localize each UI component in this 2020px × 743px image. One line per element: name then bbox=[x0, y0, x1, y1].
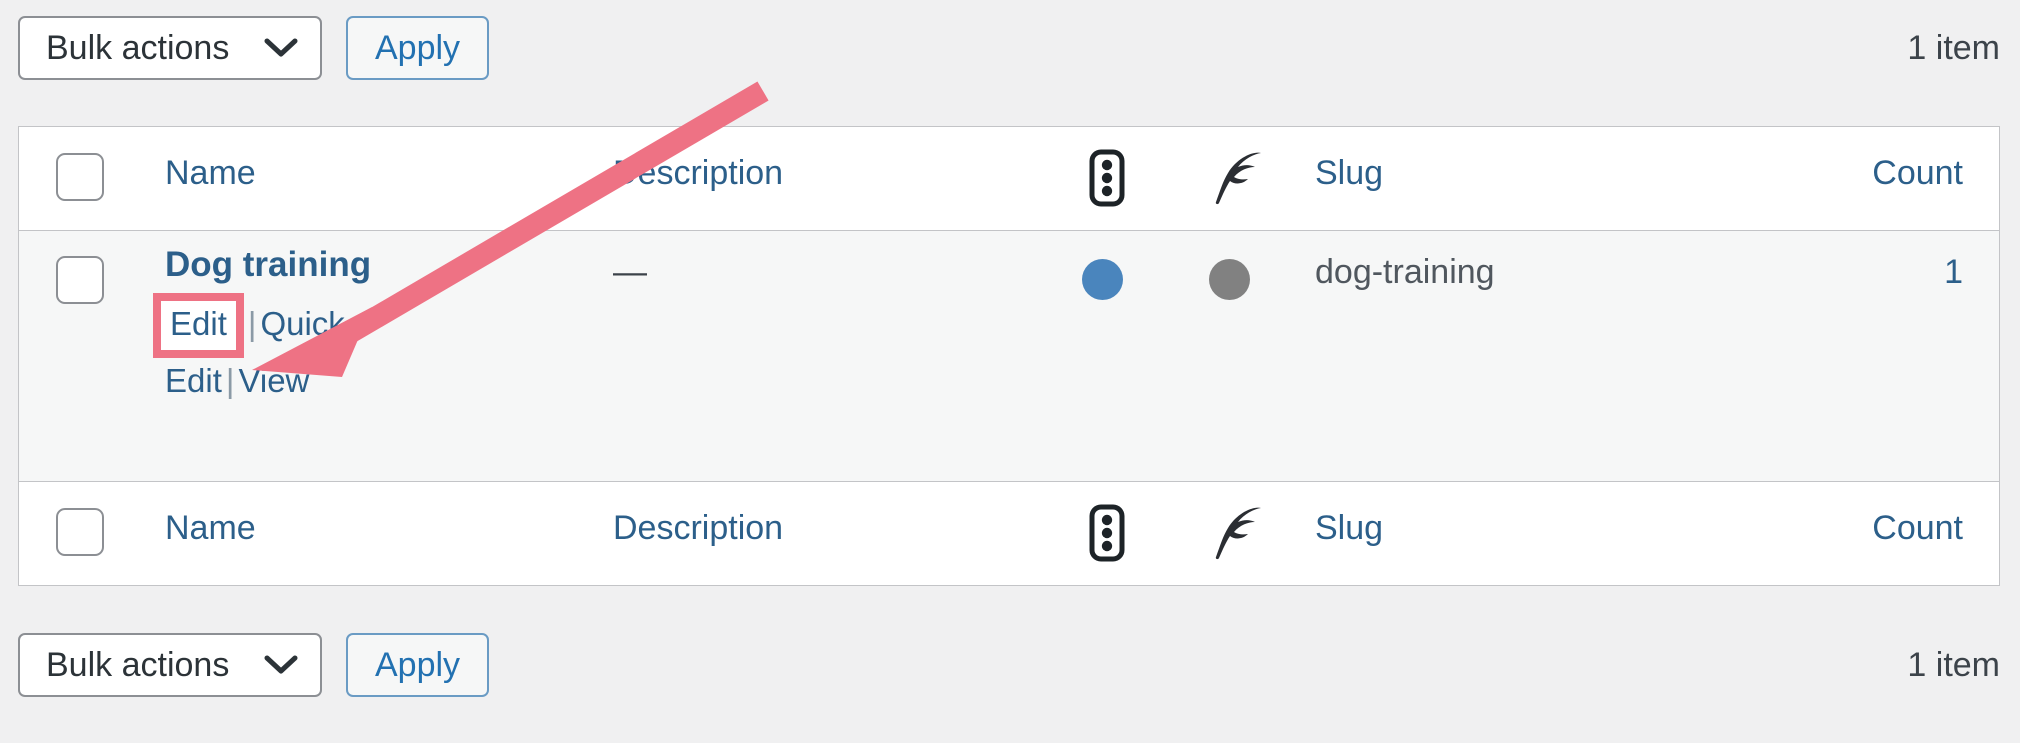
column-header-count[interactable]: Count bbox=[1872, 154, 1963, 193]
chevron-down-icon bbox=[264, 37, 298, 59]
action-separator-2: | bbox=[225, 362, 235, 400]
select-all-footer-cell bbox=[56, 508, 104, 556]
column-header-slug[interactable]: Slug bbox=[1315, 154, 1383, 193]
apply-button-top-label: Apply bbox=[375, 28, 461, 67]
row-description-cell: — bbox=[613, 253, 647, 291]
column-header-name[interactable]: Name bbox=[165, 154, 256, 193]
column-footer-feather[interactable] bbox=[1209, 504, 1269, 562]
table-row: Dog training Edit | Quick Edit | View — dog-… bbox=[19, 231, 1999, 481]
traffic-light-icon bbox=[1082, 149, 1132, 207]
edit-link[interactable]: Edit bbox=[170, 305, 227, 342]
feather-icon bbox=[1209, 149, 1269, 207]
column-footer-description[interactable]: Description bbox=[613, 509, 783, 548]
column-footer-name[interactable]: Name bbox=[165, 509, 256, 548]
row-checkbox[interactable] bbox=[56, 256, 104, 304]
feather-icon bbox=[1209, 504, 1269, 562]
apply-button-bottom[interactable]: Apply bbox=[346, 633, 490, 697]
status-dot-blue bbox=[1082, 259, 1123, 300]
item-count-top: 1 item bbox=[1907, 28, 2000, 67]
table-footer-row: Name Description Slug Count bbox=[19, 481, 1999, 585]
tablenav-top: Bulk actions Apply 1 item bbox=[0, 0, 2020, 96]
column-header-traffic-light[interactable] bbox=[1082, 149, 1132, 207]
terms-list-table: Name Description Slug Count Dog training… bbox=[18, 126, 2000, 586]
column-header-description[interactable]: Description bbox=[613, 154, 783, 193]
row-actions: Edit | Quick Edit | View bbox=[153, 293, 470, 404]
table-header-row: Name Description Slug Count bbox=[19, 127, 1999, 231]
row-select-cell bbox=[56, 256, 104, 304]
column-header-feather[interactable] bbox=[1209, 149, 1269, 207]
bulk-actions-select-bottom-label: Bulk actions bbox=[46, 645, 230, 684]
traffic-light-icon bbox=[1082, 504, 1132, 562]
action-separator-1: | bbox=[247, 305, 257, 342]
row-slug-cell: dog-training bbox=[1315, 253, 1495, 291]
status-dot-gray bbox=[1209, 259, 1250, 300]
item-count-bottom: 1 item bbox=[1907, 645, 2000, 684]
edit-highlight-box: Edit bbox=[153, 293, 244, 359]
apply-button-top[interactable]: Apply bbox=[346, 16, 490, 80]
row-count-cell: 1 bbox=[1944, 253, 1963, 292]
column-footer-count[interactable]: Count bbox=[1872, 509, 1963, 548]
select-all-header-cell bbox=[56, 153, 104, 201]
tablenav-bottom: Bulk actions Apply 1 item bbox=[0, 617, 2020, 713]
bulk-actions-select-bottom[interactable]: Bulk actions bbox=[18, 633, 322, 697]
select-all-checkbox-bottom[interactable] bbox=[56, 508, 104, 556]
row-name-cell: Dog training Edit | Quick Edit | View bbox=[153, 245, 470, 404]
bulk-actions-select-top-label: Bulk actions bbox=[46, 28, 230, 67]
chevron-down-icon bbox=[264, 654, 298, 676]
bulk-actions-select-top[interactable]: Bulk actions bbox=[18, 16, 322, 80]
select-all-checkbox-top[interactable] bbox=[56, 153, 104, 201]
term-name-link[interactable]: Dog training bbox=[165, 245, 371, 285]
column-footer-traffic-light[interactable] bbox=[1082, 504, 1132, 562]
row-feather-dot-cell bbox=[1209, 253, 1250, 300]
count-link[interactable]: 1 bbox=[1944, 253, 1963, 291]
row-status-dot-cell bbox=[1082, 253, 1123, 300]
column-footer-slug[interactable]: Slug bbox=[1315, 509, 1383, 548]
view-link[interactable]: View bbox=[238, 362, 309, 399]
apply-button-bottom-label: Apply bbox=[375, 645, 461, 684]
